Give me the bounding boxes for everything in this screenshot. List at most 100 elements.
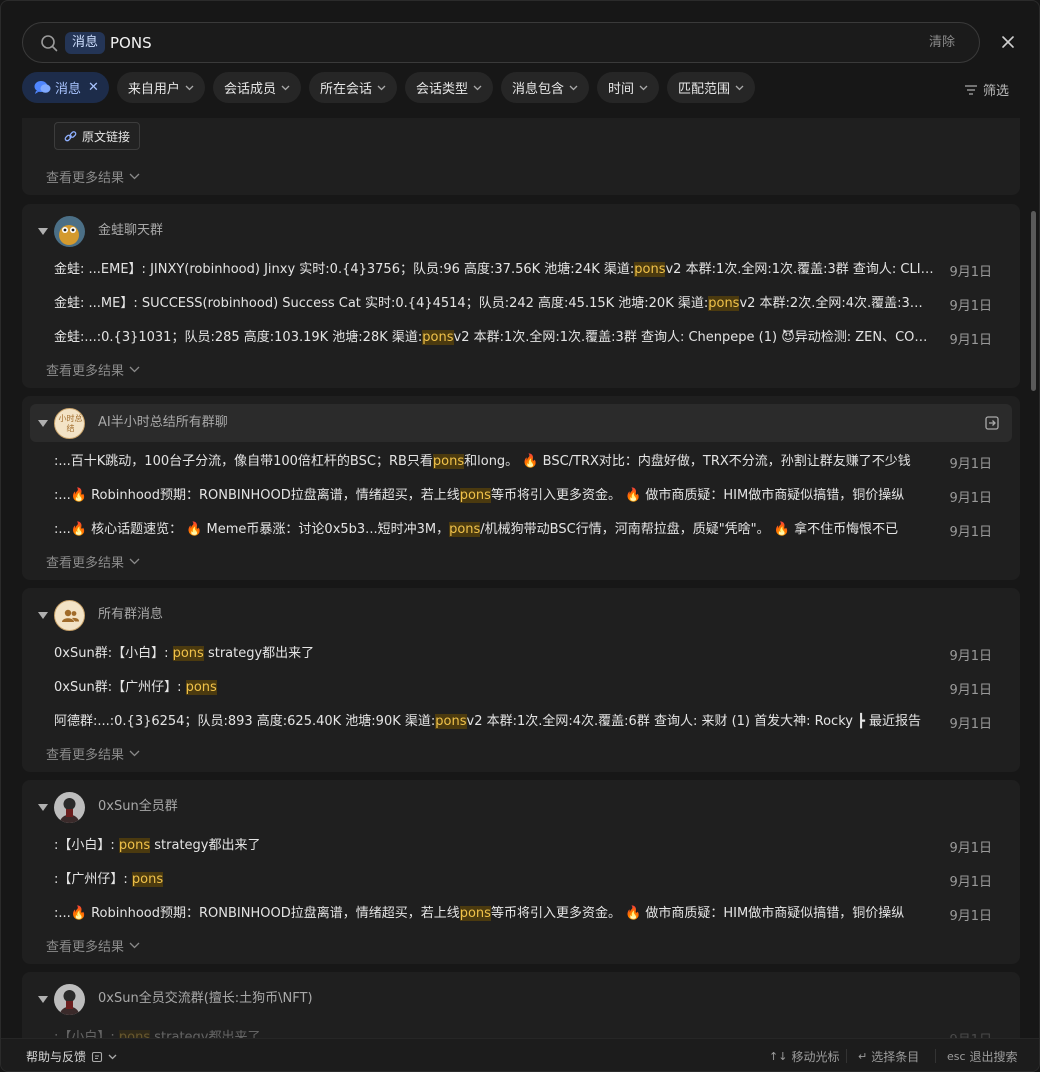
filter-from-user[interactable]: 来自用户 — [116, 72, 205, 103]
divider — [846, 1049, 847, 1063]
search-window: 消息 PONS 清除 消息 ✕ 来自用户 会话成员 所在会话 会话类型 消息包含… — [0, 0, 1040, 1072]
match-highlight: pons — [172, 646, 204, 661]
chevron-down-icon — [639, 85, 648, 90]
filter-label: 所在会话 — [319, 82, 372, 97]
result-row[interactable]: 金蛙:...:0.{3}1031；队员:285 高度:103.19K 池塘:28… — [54, 327, 992, 349]
filter-label: 时间 — [608, 82, 635, 97]
result-text: 0xSun群:【小白】: — [54, 646, 173, 661]
result-text: :【广州仔】: — [54, 872, 132, 887]
source-link-button[interactable]: 原文链接 — [54, 122, 141, 150]
group-card: 0xSun全员群 :【小白】: pons strategy都出来了 9月1日 :【… — [22, 780, 1020, 964]
result-text: :...🔥 核心话题速览： 🔥 Meme币暴涨：讨论0x5b3...短时冲3M， — [54, 522, 450, 537]
filter-contains[interactable]: 消息包含 — [500, 72, 589, 103]
select-hint: ↵ 选择条目 — [858, 1048, 919, 1065]
remove-filter-icon[interactable]: ✕ — [88, 80, 99, 95]
result-date: 9月1日 — [949, 682, 992, 698]
see-more-button[interactable]: 查看更多结果 — [46, 552, 140, 571]
result-row[interactable]: 0xSun群:【小白】: pons strategy都出来了 9月1日 — [54, 643, 992, 665]
clear-button[interactable]: 清除 — [929, 34, 955, 52]
collapse-caret-icon[interactable] — [38, 420, 48, 427]
match-highlight: pons — [634, 262, 666, 277]
result-row[interactable]: :...🔥 Robinhood预期：RONBINHOOD拉盘离谱，情绪超买，若上… — [54, 903, 992, 925]
result-row[interactable]: :【小白】: pons strategy都出来了 9月1日 — [54, 835, 992, 857]
group-card: 小时总结 AI半小时总结所有群聊 :...百十K跳动，100台子分流，像自带10… — [22, 396, 1020, 580]
group-name: 0xSun全员交流群(擅长:土狗币\NFT) — [98, 991, 313, 1006]
collapse-caret-icon[interactable] — [38, 996, 48, 1003]
result-date: 9月1日 — [949, 332, 992, 348]
scope-chip[interactable]: 消息 — [65, 32, 106, 54]
result-text: v2 本群:1次.全网:1次.覆盖:3群 查询人: Chenpepe (1) 😈… — [453, 330, 935, 345]
see-more-label: 查看更多结果 — [46, 364, 125, 379]
group-name: AI半小时总结所有群聊 — [98, 415, 228, 430]
sift-button[interactable]: 筛选 — [964, 80, 1009, 99]
select-label: 选择条目 — [871, 1050, 920, 1064]
group-header[interactable]: 小时总结 AI半小时总结所有群聊 — [30, 404, 1012, 442]
chevron-down-icon — [281, 85, 290, 90]
chevron-down-icon — [129, 750, 140, 757]
filter-time[interactable]: 时间 — [597, 72, 660, 103]
avatar — [54, 792, 85, 823]
result-row[interactable]: 金蛙: ...EME】: JINXY(robinhood) Jinxy 实时:0… — [54, 259, 992, 281]
result-date: 9月1日 — [949, 264, 992, 280]
result-text: v2 本群:2次.全网:4次.覆盖:3群 查询人 — [739, 296, 934, 311]
result-row[interactable]: 阿德群:...:0.{3}6254；队员:893 高度:625.40K 池塘:9… — [54, 711, 992, 733]
result-text: 阿德群:...:0.{3}6254；队员:893 高度:625.40K 池塘:9… — [54, 714, 436, 729]
scrollbar-thumb[interactable] — [1031, 211, 1036, 391]
result-row[interactable]: 0xSun群:【广州仔】: pons 9月1日 — [54, 677, 992, 699]
result-date: 9月1日 — [949, 840, 992, 856]
result-row[interactable]: :【小白】: pons strategy都出来了 9月1日 — [54, 1027, 992, 1038]
result-text: 金蛙: ...EME】: JINXY(robinhood) Jinxy 实时:0… — [54, 262, 635, 277]
chevron-down-icon — [129, 173, 140, 180]
search-input[interactable]: PONS — [110, 33, 152, 53]
filter-messages-active[interactable]: 消息 ✕ — [22, 72, 109, 103]
exit-label: 退出搜索 — [969, 1050, 1018, 1064]
group-name: 金蛙聊天群 — [98, 223, 164, 238]
chevron-down-icon — [185, 85, 194, 90]
result-row[interactable]: 金蛙: ...ME】: SUCCESS(robinhood) Success C… — [54, 293, 992, 315]
close-icon[interactable] — [997, 31, 1019, 53]
result-row[interactable]: :...🔥 核心话题速览： 🔥 Meme币暴涨：讨论0x5b3...短时冲3M，… — [54, 519, 992, 541]
chevron-down-icon — [473, 85, 482, 90]
filter-chat-type[interactable]: 会话类型 — [404, 72, 493, 103]
avatar — [54, 600, 85, 631]
group-header[interactable]: 所有群消息 — [30, 596, 1012, 634]
search-bar[interactable]: 消息 PONS 清除 — [22, 22, 980, 63]
result-text: 等币将引入更多资金。 🔥 做市商质疑：HIM做市商疑似搞错，铜价操纵 — [490, 906, 905, 921]
filter-messages-label: 消息 — [55, 82, 82, 97]
group-header[interactable]: 0xSun全员交流群(擅长:土狗币\NFT) — [30, 980, 1012, 1018]
result-text: 金蛙:...:0.{3}1031；队员:285 高度:103.19K 池塘:28… — [54, 330, 423, 345]
chevron-down-icon — [569, 85, 578, 90]
result-row[interactable]: :...百十K跳动，100台子分流，像自带100倍杠杆的BSC；RB只看pons… — [54, 451, 992, 473]
result-date: 9月1日 — [949, 1029, 992, 1039]
group-header[interactable]: 0xSun全员群 — [30, 788, 1012, 826]
chevron-down-icon — [129, 942, 140, 949]
open-chat-icon[interactable] — [984, 415, 1000, 431]
result-card-partial: 原文链接 查看更多结果 — [22, 118, 1020, 195]
collapse-caret-icon[interactable] — [38, 804, 48, 811]
group-card: 所有群消息 0xSun群:【小白】: pons strategy都出来了 9月1日… — [22, 588, 1020, 772]
filter-in-chat[interactable]: 所在会话 — [308, 72, 397, 103]
chevron-down-icon — [735, 85, 744, 90]
collapse-caret-icon[interactable] — [38, 612, 48, 619]
group-header[interactable]: 金蛙聊天群 — [30, 212, 1012, 250]
chevron-down-icon — [129, 366, 140, 373]
filter-match-scope[interactable]: 匹配范围 — [667, 72, 756, 103]
help-feedback-button[interactable]: 帮助与反馈 — [26, 1048, 117, 1065]
result-text: :...🔥 Robinhood预期：RONBINHOOD拉盘离谱，情绪超买，若上… — [54, 488, 460, 503]
see-more-button[interactable]: 查看更多结果 — [46, 167, 140, 186]
see-more-button[interactable]: 查看更多结果 — [46, 744, 140, 763]
see-more-label: 查看更多结果 — [46, 940, 125, 955]
result-date: 9月1日 — [949, 490, 992, 506]
collapse-caret-icon[interactable] — [38, 228, 48, 235]
avatar-text: 小时总结 — [58, 414, 83, 433]
see-more-button[interactable]: 查看更多结果 — [46, 936, 140, 955]
chevron-down-icon — [129, 558, 140, 565]
results-list[interactable]: 原文链接 查看更多结果 金蛙聊天群 金蛙: ...EME】: JINXY(rob… — [1, 118, 1039, 1038]
filter-members[interactable]: 会话成员 — [212, 72, 301, 103]
result-row[interactable]: :...🔥 Robinhood预期：RONBINHOOD拉盘离谱，情绪超买，若上… — [54, 485, 992, 507]
match-highlight: pons — [432, 454, 465, 469]
see-more-button[interactable]: 查看更多结果 — [46, 360, 140, 379]
result-row[interactable]: :【广州仔】: pons 9月1日 — [54, 869, 992, 891]
chevron-down-icon — [377, 85, 386, 90]
result-date: 9月1日 — [949, 716, 992, 732]
